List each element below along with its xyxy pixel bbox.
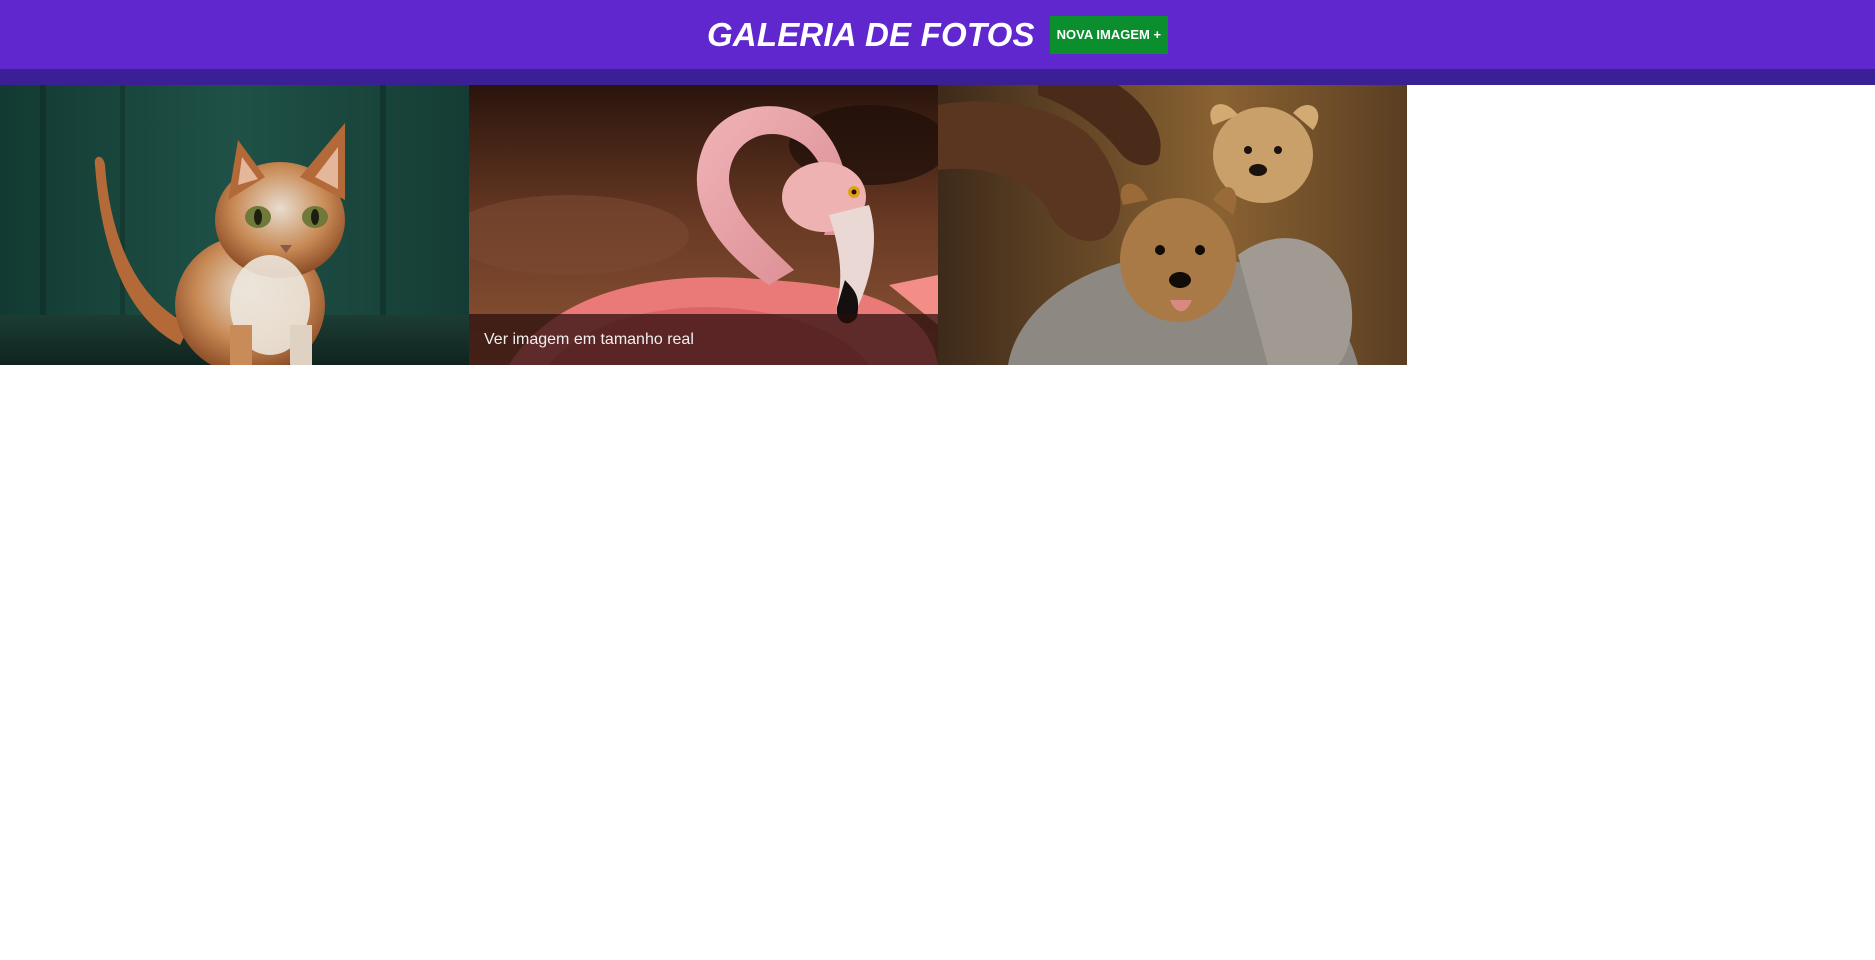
new-image-button[interactable]: NOVA IMAGEM + [1049, 15, 1169, 54]
gallery-card-flamingo[interactable]: Ver imagem em tamanho real [469, 85, 938, 365]
view-full-size-caption[interactable]: Ver imagem em tamanho real [469, 314, 938, 365]
header: GALERIA DE FOTOS NOVA IMAGEM + [0, 0, 1875, 69]
gallery-card-cat[interactable] [0, 85, 469, 365]
cat-photo [0, 85, 469, 365]
puppies-photo [938, 85, 1407, 365]
gallery-card-puppies[interactable] [938, 85, 1407, 365]
photo-gallery: Ver imagem em tamanho real [0, 85, 1407, 365]
header-strip [0, 69, 1875, 85]
page-title: GALERIA DE FOTOS [706, 15, 1035, 53]
